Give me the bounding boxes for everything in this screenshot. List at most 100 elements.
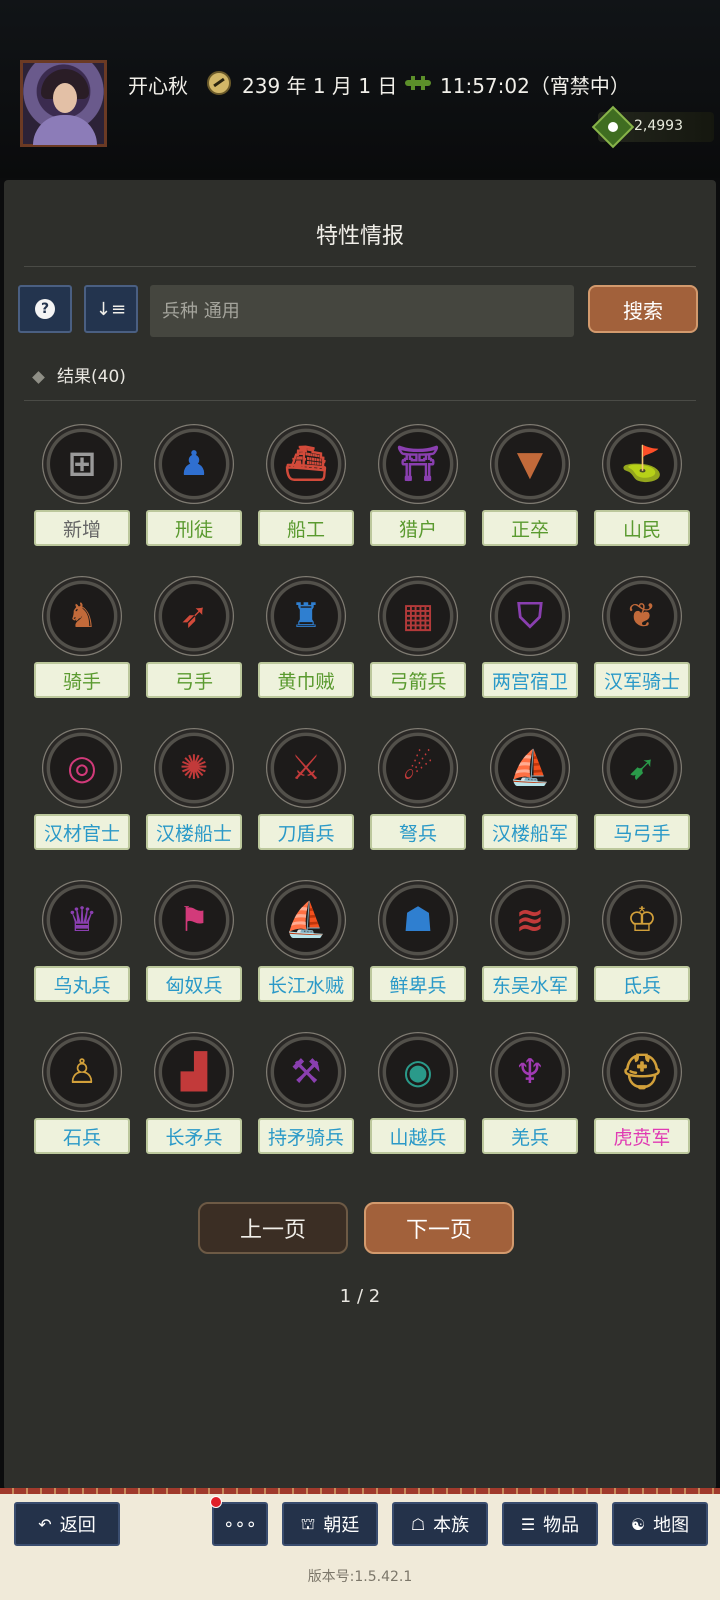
trait-card[interactable]: ✺ 汉楼船士: [146, 728, 242, 853]
next-page-button[interactable]: 下一页: [364, 1202, 514, 1254]
trait-label: 汉楼船军: [482, 814, 578, 850]
trait-glyph: ⚔: [290, 748, 322, 788]
archer-icon: ➶: [154, 576, 234, 656]
trait-card[interactable]: ▼ 正卒: [482, 424, 578, 549]
trait-card[interactable]: ♙ 石兵: [34, 1032, 130, 1157]
trait-glyph: ◉: [403, 1052, 433, 1092]
trait-card[interactable]: ♟ 刑徒: [146, 424, 242, 549]
trait-card[interactable]: ⛵ 汉楼船军: [482, 728, 578, 853]
items-button[interactable]: ☰ 物品: [502, 1502, 598, 1546]
decorative-trim: [0, 1488, 720, 1494]
trait-card[interactable]: ☄ 弩兵: [370, 728, 466, 853]
trait-card[interactable]: ⛳ 山民: [594, 424, 690, 549]
money-bag-icon: [591, 105, 635, 149]
golden-helmet-icon: ⛑: [602, 1032, 682, 1112]
trait-label: 虎贲军: [594, 1118, 690, 1154]
prev-page-button[interactable]: 上一页: [198, 1202, 348, 1254]
horned-helmet-icon: ♛: [42, 880, 122, 960]
items-label: 物品: [543, 1515, 580, 1536]
warship-icon: ⛵: [490, 728, 570, 808]
trait-label: 船工: [258, 510, 354, 546]
yellow-turban-icon: ♜: [266, 576, 346, 656]
swirl-icon: ✺: [154, 728, 234, 808]
mask-icon: ☗: [378, 880, 458, 960]
trait-card[interactable]: ⛴ 船工: [258, 424, 354, 549]
trait-glyph: ⛩: [396, 444, 440, 484]
trait-glyph: ☄: [402, 748, 434, 788]
trait-glyph: ➹: [627, 748, 657, 788]
clan-button[interactable]: ☖ 本族: [392, 1502, 488, 1546]
trait-card[interactable]: ◎ 汉材官士: [34, 728, 130, 853]
trait-glyph: ♆: [514, 1052, 546, 1092]
trait-card[interactable]: ⛉ 两宫宿卫: [482, 576, 578, 701]
trait-card[interactable]: ♆ 羌兵: [482, 1032, 578, 1157]
trait-label: 东吴水军: [482, 966, 578, 1002]
diamond-icon: [32, 370, 45, 384]
trait-card[interactable]: ♛ 乌丸兵: [34, 880, 130, 1005]
search-input[interactable]: [150, 285, 574, 337]
currency-display[interactable]: 2,4993: [591, 105, 714, 149]
trait-card[interactable]: ❦ 汉军骑士: [594, 576, 690, 701]
trait-card[interactable]: ➹ 马弓手: [594, 728, 690, 853]
trait-card[interactable]: ⚔ 刀盾兵: [258, 728, 354, 853]
trait-card[interactable]: ⛑ 虎贲军: [594, 1032, 690, 1157]
trait-label: 弓手: [146, 662, 242, 698]
trait-card[interactable]: ◉ 山越兵: [370, 1032, 466, 1157]
armor-icon: ⚔: [266, 728, 346, 808]
trait-label: 长江水贼: [258, 966, 354, 1002]
map-button[interactable]: ☯ 地图: [612, 1502, 708, 1546]
rubble-icon: ▟: [154, 1032, 234, 1112]
trait-label: 弓箭兵: [370, 662, 466, 698]
more-button[interactable]: ∘∘∘: [212, 1502, 268, 1546]
hunter-icon: ⛩: [378, 424, 458, 504]
help-button[interactable]: ?: [18, 285, 72, 333]
trait-card[interactable]: ≋ 东吴水军: [482, 880, 578, 1005]
sort-button[interactable]: ↓≡: [84, 285, 138, 333]
trait-card[interactable]: ☗ 鲜卑兵: [370, 880, 466, 1005]
trait-card[interactable]: ♞ 骑手: [34, 576, 130, 701]
clan-label: 本族: [433, 1515, 470, 1536]
map-icon: ☯: [630, 1514, 646, 1534]
trait-label: 刑徒: [146, 510, 242, 546]
trait-glyph: ◎: [67, 748, 97, 788]
trait-card[interactable]: ▟ 长矛兵: [146, 1032, 242, 1157]
trait-card[interactable]: ⊞ 新增: [34, 424, 130, 549]
horse-rider-icon: ♞: [42, 576, 122, 656]
trait-card[interactable]: ⛵ 长江水贼: [258, 880, 354, 1005]
boulder-icon: ☄: [378, 728, 458, 808]
trait-card[interactable]: ♜ 黄巾贼: [258, 576, 354, 701]
player-avatar[interactable]: [20, 60, 107, 147]
trait-label: 新增: [34, 510, 130, 546]
trait-card[interactable]: ⚒ 持矛骑兵: [258, 1032, 354, 1157]
trait-card[interactable]: ▦ 弓箭兵: [370, 576, 466, 701]
version-label: 版本号:1.5.42.1: [307, 1569, 413, 1585]
brick-wall-icon: ▦: [378, 576, 458, 656]
trait-glyph: ⛉: [517, 596, 543, 636]
trait-card[interactable]: ♔ 氐兵: [594, 880, 690, 1005]
trait-label: 两宫宿卫: [482, 662, 578, 698]
court-button[interactable]: ⛫ 朝廷: [282, 1502, 378, 1546]
trait-label: 山越兵: [370, 1118, 466, 1154]
trait-glyph: ▦: [401, 596, 435, 636]
trait-glyph: ♛: [66, 900, 98, 940]
trait-label: 鲜卑兵: [370, 966, 466, 1002]
trait-glyph: ≋: [515, 900, 545, 940]
top-status-bar: 开心秋 239 年 1 月 1 日 11:57:02（宵禁中） 2,4993: [0, 0, 720, 178]
trait-label: 山民: [594, 510, 690, 546]
trait-label: 石兵: [34, 1118, 130, 1154]
ship-worker-icon: ⛴: [266, 424, 346, 504]
mountain-flag-icon: ⛳: [602, 424, 682, 504]
trait-card[interactable]: ➶ 弓手: [146, 576, 242, 701]
palace-icon: ⛫: [300, 1513, 316, 1533]
trait-card[interactable]: ⚑ 匈奴兵: [146, 880, 242, 1005]
add-frame-icon: ⊞: [42, 424, 122, 504]
sort-icon: ↓≡: [95, 298, 127, 320]
trait-glyph: ⛑: [620, 1052, 664, 1092]
currency-value: 2,4993: [634, 118, 683, 134]
trait-card[interactable]: ⛩ 猎户: [370, 424, 466, 549]
trait-label: 长矛兵: [146, 1118, 242, 1154]
regular-soldier-icon: ▼: [490, 424, 570, 504]
search-button[interactable]: 搜索: [588, 285, 698, 333]
trait-glyph: ♔: [626, 900, 658, 940]
back-button[interactable]: ↶ 返回: [14, 1502, 120, 1546]
